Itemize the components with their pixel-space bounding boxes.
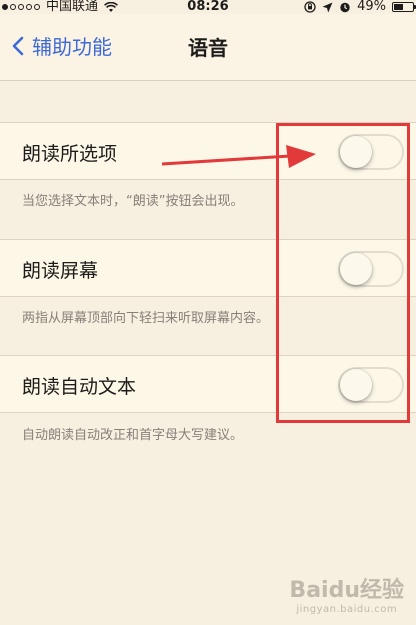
alarm-icon	[340, 2, 350, 13]
navigation-bar: 辅助功能 语音	[0, 14, 416, 81]
status-right: 49%	[304, 0, 416, 14]
status-bar: 中国联通 08:26 49%	[0, 0, 416, 14]
setting-label: 朗读所选项	[22, 143, 118, 165]
setting-note: 两指从屏幕顶部向下轻扫来听取屏幕内容。	[22, 311, 270, 326]
watermark-logo: Baidu经验 jingyan.baidu.com	[289, 572, 404, 615]
setting-label: 朗读自动文本	[22, 376, 137, 398]
setting-note: 自动朗读自动改正和首字母大写建议。	[22, 428, 244, 443]
watermark-sub-text: jingyan.baidu.com	[296, 604, 398, 615]
setting-note: 当您选择文本时，“朗读”按钮会出现。	[22, 194, 244, 209]
setting-label: 朗读屏幕	[22, 260, 99, 282]
location-arrow-icon	[322, 2, 333, 12]
page-title: 语音	[188, 36, 228, 60]
lock-rotation-icon	[304, 1, 316, 13]
battery-icon	[392, 2, 416, 12]
battery-fill	[394, 4, 403, 10]
annotation-arrow-icon	[161, 145, 316, 168]
battery-percent: 49%	[357, 0, 386, 14]
watermark-main-text: Baidu经验	[289, 578, 404, 603]
